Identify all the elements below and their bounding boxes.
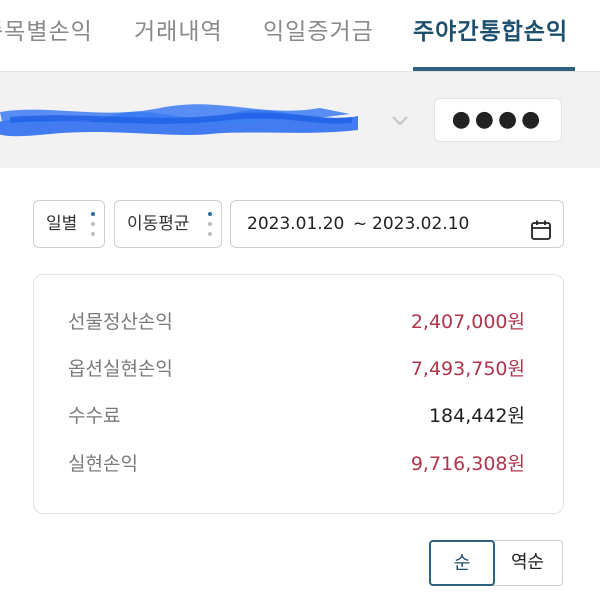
date-to: 2023.02.10 — [372, 214, 470, 234]
average-select-label: 이동평균 — [127, 214, 190, 234]
calendar-icon[interactable] — [530, 213, 552, 240]
summary-label: 선물정산손익 — [68, 311, 173, 333]
date-separator: ~ — [352, 214, 368, 234]
summary-value: 2,407,000원 — [410, 311, 525, 333]
tab-next-day-margin[interactable]: 익일증거금 — [263, 14, 374, 50]
period-select[interactable]: 일별 — [33, 200, 105, 248]
summary-value: 7,493,750원 — [410, 358, 525, 380]
summary-row: 옵션실현손익 7,493,750원 — [34, 351, 565, 387]
summary-label: 실현손익 — [68, 453, 138, 475]
summary-label: 수수료 — [68, 405, 121, 427]
sort-descending-button[interactable]: 역순 — [493, 540, 563, 586]
summary-row: 수수료 184,442원 — [34, 398, 565, 434]
date-from: 2023.01.20 — [247, 214, 345, 234]
tab-transaction-history[interactable]: 거래내역 — [134, 14, 223, 50]
tab-day-night-combined-profit[interactable]: 주야간통합손익 — [413, 14, 568, 50]
summary-row: 실현손익 9,716,308원 — [34, 446, 565, 482]
date-range-picker[interactable]: 2023.01.20 ~ 2023.02.10 — [230, 200, 564, 248]
account-selector-redacted[interactable] — [0, 100, 362, 140]
summary-row: 선물정산손익 2,407,000원 — [34, 304, 565, 340]
select-dots-icon — [91, 212, 95, 238]
summary-value: 184,442원 — [428, 405, 525, 427]
tab-bar: 종목별손익 거래내역 익일증거금 주야간통합손익 — [0, 0, 600, 72]
active-tab-indicator — [413, 67, 575, 71]
period-select-label: 일별 — [46, 214, 78, 234]
profit-summary-card: 선물정산손익 2,407,000원 옵션실현손익 7,493,750원 수수료 … — [33, 274, 564, 514]
password-button[interactable]: ●●●● — [434, 98, 562, 142]
average-select[interactable]: 이동평균 — [114, 200, 222, 248]
summary-value: 9,716,308원 — [410, 453, 525, 475]
sort-ascending-button[interactable]: 순 — [429, 540, 495, 586]
chevron-down-icon[interactable] — [388, 108, 412, 132]
select-dots-icon — [208, 212, 212, 238]
tab-profit-by-item[interactable]: 종목별손익 — [0, 14, 93, 50]
summary-label: 옵션실현손익 — [68, 358, 173, 380]
